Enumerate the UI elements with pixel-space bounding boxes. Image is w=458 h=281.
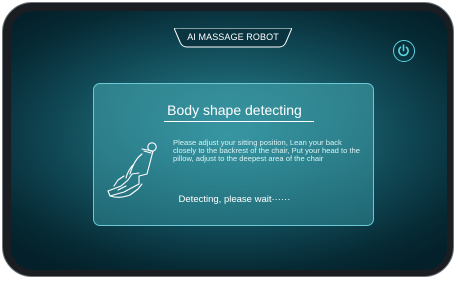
instructions-text: Please adjust your sitting position, Lea… xyxy=(173,138,360,164)
app-title: AI MASSAGE ROBOT xyxy=(187,32,279,42)
power-button[interactable] xyxy=(393,40,415,62)
header-title-tab: AI MASSAGE ROBOT xyxy=(174,28,292,48)
massage-chair-icon xyxy=(107,142,157,198)
screen: AI MASSAGE ROBOT Body shape detecting Pl… xyxy=(11,11,447,270)
panel-title: Body shape detecting xyxy=(167,102,302,118)
power-icon xyxy=(398,44,409,57)
detection-panel: Body shape detecting Please adjust your … xyxy=(93,83,374,226)
title-underline xyxy=(164,121,314,122)
device-frame: AI MASSAGE ROBOT Body shape detecting Pl… xyxy=(0,0,458,281)
status-text: Detecting, please wait······ xyxy=(178,194,291,205)
